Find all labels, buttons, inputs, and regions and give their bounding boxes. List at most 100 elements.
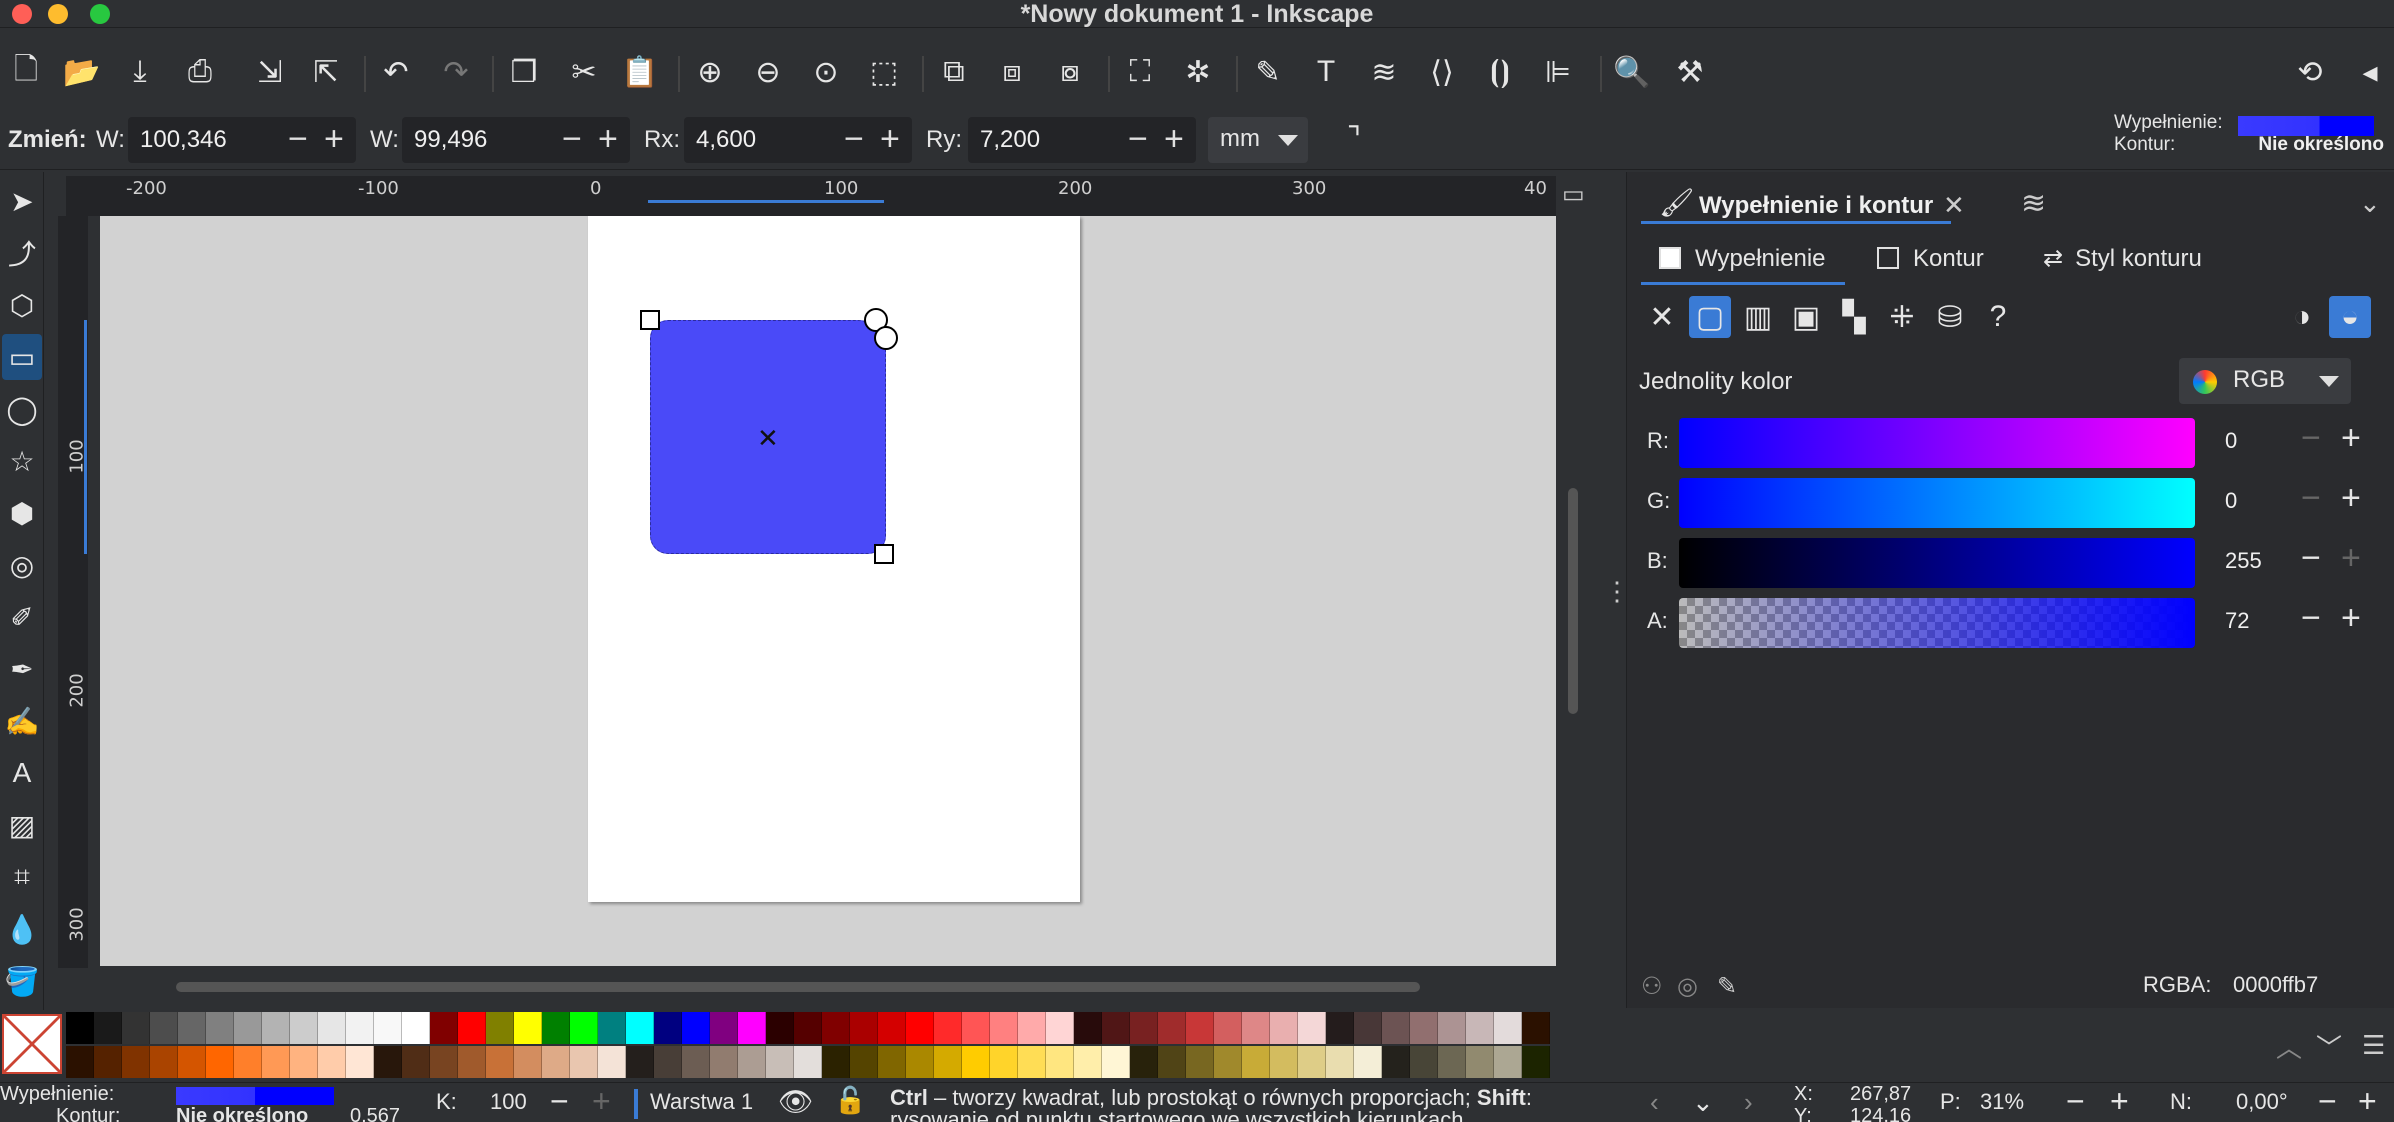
out-of-gamut-icon[interactable]: ◎ xyxy=(1677,972,1698,1001)
shape-builder-tool-icon[interactable]: ⬡ xyxy=(2,282,42,328)
no-paint-swatch[interactable] xyxy=(2,1014,62,1074)
pick-color-icon[interactable]: ✎ xyxy=(1717,972,1737,1001)
palette-menu-icon[interactable]: ☰ xyxy=(2362,1030,2385,1061)
rx-field[interactable]: 4,600 − + xyxy=(684,117,912,163)
layer-menu-chevron-icon[interactable]: ⌄ xyxy=(1692,1087,1714,1118)
palette-swatch[interactable] xyxy=(654,1046,682,1078)
tab-stroke-style[interactable]: ⇄ Styl konturu xyxy=(2043,236,2202,282)
rgba-value[interactable]: 0000ffb7 xyxy=(2233,972,2318,998)
selector-tool-icon[interactable]: ➤ xyxy=(2,178,42,224)
palette-swatch[interactable] xyxy=(1158,1046,1186,1078)
swatch-icon[interactable]: ⛁ xyxy=(1929,296,1971,338)
resize-handle[interactable] xyxy=(640,310,660,330)
palette-swatch[interactable] xyxy=(1018,1046,1046,1078)
export-icon[interactable]: ⇱ xyxy=(306,52,346,92)
palette-swatch[interactable] xyxy=(374,1012,402,1044)
palette-swatch[interactable] xyxy=(822,1046,850,1078)
palette-swatch[interactable] xyxy=(66,1046,94,1078)
palette-swatch[interactable] xyxy=(290,1046,318,1078)
palette-swatch[interactable] xyxy=(1270,1012,1298,1044)
palette-swatch[interactable] xyxy=(626,1012,654,1044)
not-rounded-corner-icon[interactable]: ⌝ xyxy=(1334,118,1374,158)
snap-b-icon[interactable]: ✲ xyxy=(1178,52,1218,92)
palette-swatch[interactable] xyxy=(1494,1046,1522,1078)
pen-tool-icon[interactable]: ✒ xyxy=(2,646,42,692)
red-value[interactable]: 0 xyxy=(2225,428,2237,454)
rotate-cw-button[interactable]: + xyxy=(2358,1083,2377,1120)
spiral-tool-icon[interactable]: ◎ xyxy=(2,542,42,588)
palette-swatch[interactable] xyxy=(1438,1046,1466,1078)
unit-select[interactable]: mm xyxy=(1208,117,1308,163)
palette-swatch[interactable] xyxy=(262,1046,290,1078)
green-slider[interactable] xyxy=(1679,478,2195,528)
pencil-tool-icon[interactable]: ✐ xyxy=(2,594,42,640)
red-decrement-button[interactable]: − xyxy=(2301,420,2321,456)
palette-swatch[interactable] xyxy=(1298,1046,1326,1078)
mesh-tool-icon[interactable]: ⌗ xyxy=(2,854,42,900)
palette-swatch[interactable] xyxy=(794,1012,822,1044)
fill-rule-nonzero-icon[interactable]: ◒ xyxy=(2329,296,2371,338)
zoom-fit-icon[interactable]: ⬚ xyxy=(864,52,904,92)
undo-icon[interactable]: ↶ xyxy=(376,52,416,92)
width-increment-button[interactable]: + xyxy=(324,121,344,157)
palette-swatch[interactable] xyxy=(346,1012,374,1044)
palette-swatch[interactable] xyxy=(1046,1012,1074,1044)
layer-lock-icon[interactable]: 🔓 xyxy=(834,1085,866,1116)
ry-field[interactable]: 7,200 − + xyxy=(968,117,1196,163)
palette-swatch[interactable] xyxy=(990,1012,1018,1044)
tab-fill[interactable]: Wypełnienie xyxy=(1641,236,1845,285)
palette-swatch[interactable] xyxy=(402,1046,430,1078)
layers-icon[interactable]: ≋ xyxy=(1364,52,1404,92)
rx-decrement-button[interactable]: − xyxy=(844,121,864,157)
palette-swatch[interactable] xyxy=(1354,1012,1382,1044)
find-icon[interactable]: 🔍 xyxy=(1612,52,1652,92)
palette-swatch[interactable] xyxy=(206,1046,234,1078)
palette-swatch[interactable] xyxy=(122,1012,150,1044)
palette-swatch[interactable] xyxy=(150,1012,178,1044)
palette-swatch[interactable] xyxy=(1494,1012,1522,1044)
rectangle-tool-icon[interactable]: ▭ xyxy=(2,334,42,380)
horizontal-scrollbar[interactable] xyxy=(176,982,1420,992)
palette-swatch[interactable] xyxy=(66,1012,94,1044)
red-slider[interactable] xyxy=(1679,418,2195,468)
ry-increment-button[interactable]: + xyxy=(1164,121,1184,157)
palette-swatch[interactable] xyxy=(682,1012,710,1044)
sidebar-toggle-icon[interactable]: ◂ xyxy=(2350,52,2390,92)
palette-swatch[interactable] xyxy=(794,1046,822,1078)
palette-swatch[interactable] xyxy=(402,1012,430,1044)
height-increment-button[interactable]: + xyxy=(598,121,618,157)
zoom-out-button[interactable]: − xyxy=(2066,1083,2085,1120)
palette-swatch[interactable] xyxy=(122,1046,150,1078)
status-opacity-value[interactable]: 100 xyxy=(490,1089,527,1115)
redo-icon[interactable]: ↷ xyxy=(436,52,476,92)
palette-swatch[interactable] xyxy=(1270,1046,1298,1078)
palette-swatch[interactable] xyxy=(570,1012,598,1044)
palette-swatch[interactable] xyxy=(906,1012,934,1044)
palette-swatch[interactable] xyxy=(1410,1046,1438,1078)
zoom-selection-icon[interactable]: ⊕ xyxy=(690,52,730,92)
alpha-value[interactable]: 72 xyxy=(2225,608,2249,634)
ungroup-icon[interactable]: ⧈ xyxy=(992,52,1032,92)
palette-swatch[interactable] xyxy=(1466,1046,1494,1078)
palette-swatch[interactable] xyxy=(570,1046,598,1078)
palette-swatch[interactable] xyxy=(458,1046,486,1078)
palette-swatch[interactable] xyxy=(962,1046,990,1078)
palette-swatch[interactable] xyxy=(1130,1046,1158,1078)
width-decrement-button[interactable]: − xyxy=(288,121,308,157)
palette-swatch[interactable] xyxy=(290,1012,318,1044)
palette-swatch[interactable] xyxy=(1410,1012,1438,1044)
ry-decrement-button[interactable]: − xyxy=(1128,121,1148,157)
palette-swatch[interactable] xyxy=(234,1046,262,1078)
alpha-slider[interactable] xyxy=(1679,598,2195,648)
palette-swatch[interactable] xyxy=(542,1046,570,1078)
palette-swatch[interactable] xyxy=(934,1012,962,1044)
no-paint-icon[interactable]: ✕ xyxy=(1641,296,1683,338)
current-layer[interactable]: Warstwa 1 xyxy=(650,1089,753,1115)
palette-swatch[interactable] xyxy=(1046,1046,1074,1078)
next-layer-icon[interactable]: › xyxy=(1744,1087,1753,1118)
palette-swatch[interactable] xyxy=(458,1012,486,1044)
palette-swatch[interactable] xyxy=(1298,1012,1326,1044)
palette-swatch[interactable] xyxy=(1354,1046,1382,1078)
blue-slider[interactable] xyxy=(1679,538,2195,588)
palette-swatch[interactable] xyxy=(542,1012,570,1044)
